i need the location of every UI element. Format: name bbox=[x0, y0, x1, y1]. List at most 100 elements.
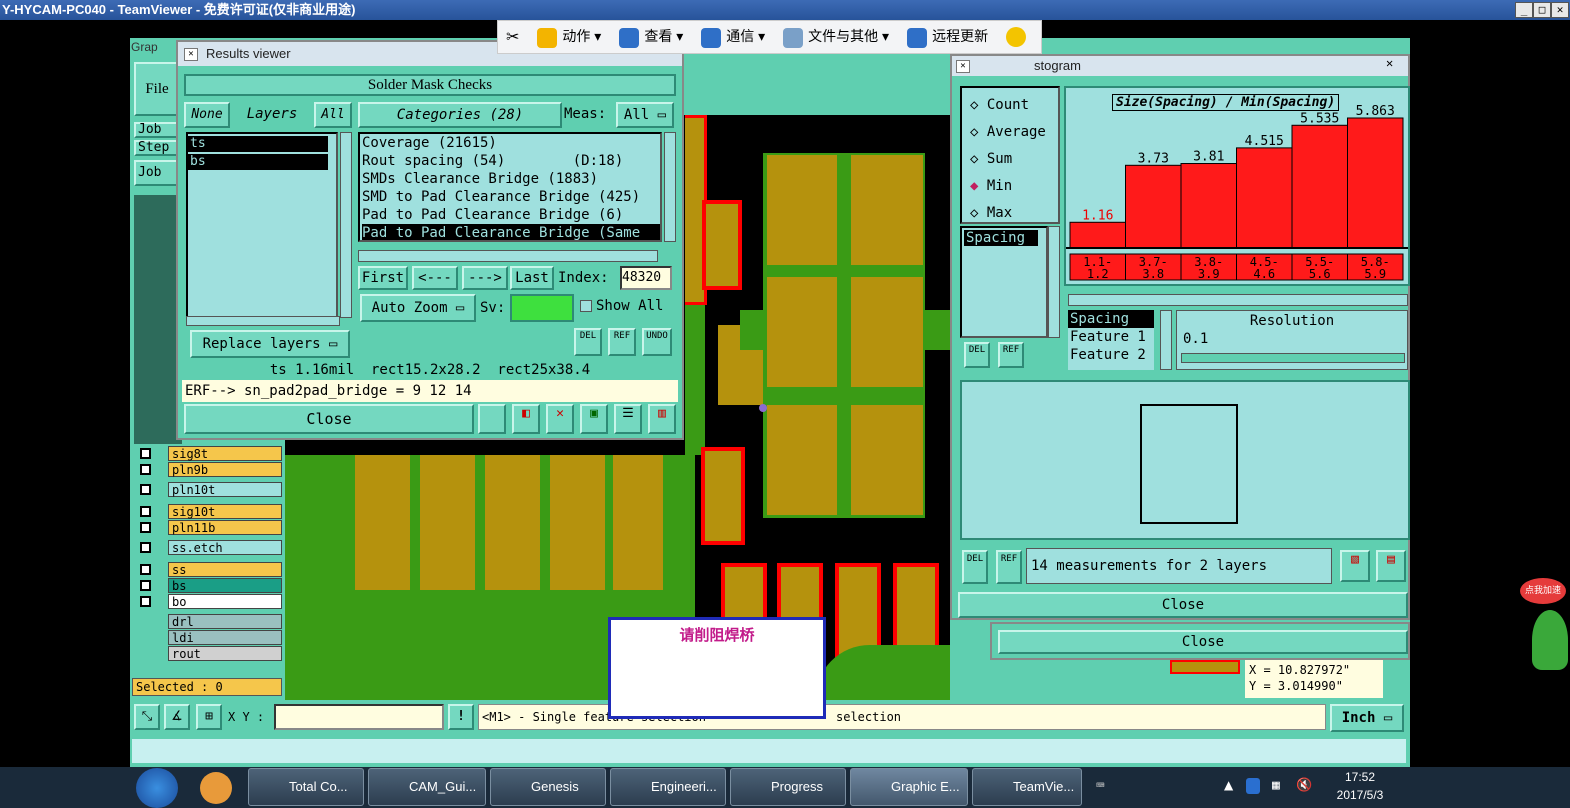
step-button[interactable]: Step bbox=[134, 140, 180, 156]
units-select[interactable]: Inch ▭ bbox=[1330, 704, 1404, 732]
toolbar-item[interactable]: 查看 ▾ bbox=[619, 26, 683, 48]
category-item[interactable]: SMD to Pad Clearance Bridge (425) bbox=[362, 188, 660, 206]
mode-count[interactable]: ◇ Count bbox=[970, 92, 1058, 119]
measure-list[interactable]: Spacing bbox=[960, 226, 1048, 338]
export-icon[interactable]: ▧ bbox=[1340, 550, 1370, 582]
layer-item[interactable]: pln10t bbox=[168, 482, 282, 497]
taskbar-item-total-commander[interactable]: Total Co... bbox=[248, 768, 364, 806]
last-button[interactable]: Last bbox=[510, 266, 554, 290]
tool-icon-2[interactable]: ◧ bbox=[512, 404, 540, 434]
grid-icon[interactable]: ⊞ bbox=[196, 704, 222, 730]
layer-list-item[interactable]: bs bbox=[188, 154, 328, 170]
maximize-button[interactable]: □ bbox=[1533, 2, 1551, 18]
mode-sum[interactable]: ◇ Sum bbox=[970, 146, 1058, 173]
start-button[interactable] bbox=[136, 768, 178, 808]
histogram-icon[interactable]: ▥ bbox=[648, 404, 676, 434]
erf-icon[interactable]: ✕ bbox=[546, 404, 574, 434]
layer-hscrollbar[interactable] bbox=[186, 316, 340, 326]
promo-badge[interactable]: 点我加速 bbox=[1520, 578, 1566, 604]
categories-scrollbar[interactable] bbox=[664, 132, 676, 242]
hist-ref-button[interactable]: REF bbox=[998, 342, 1024, 368]
measure-scrollbar[interactable] bbox=[1048, 226, 1060, 338]
toolbar-item[interactable]: 动作 ▾ bbox=[537, 26, 601, 48]
layer-item[interactable]: sig8t bbox=[168, 446, 282, 461]
tray-shield-icon[interactable] bbox=[1246, 778, 1260, 794]
feature-scrollbar[interactable] bbox=[1160, 310, 1172, 370]
hist-del-button-2[interactable]: DEL bbox=[962, 550, 988, 584]
prev-button[interactable]: <--- bbox=[412, 266, 458, 290]
layer-item[interactable]: ss bbox=[168, 562, 282, 577]
layer-item[interactable]: ss.etch bbox=[168, 540, 282, 555]
meas-select[interactable]: All ▭ bbox=[616, 102, 674, 128]
minimize-button[interactable]: _ bbox=[1515, 2, 1533, 18]
layer-item[interactable]: sig10t bbox=[168, 504, 282, 519]
close-button-2[interactable]: Close bbox=[998, 630, 1408, 654]
smiley-icon[interactable] bbox=[1006, 27, 1027, 47]
layer-item[interactable]: bs bbox=[168, 578, 282, 593]
tray-arrow-icon[interactable]: ▲ bbox=[1224, 778, 1233, 792]
promo-mascot[interactable] bbox=[1532, 610, 1568, 670]
graph-icon[interactable]: ▤ bbox=[1376, 550, 1406, 582]
categories-button[interactable]: Categories (28) bbox=[358, 102, 562, 128]
category-item[interactable]: Rout spacing (54) (D:18) bbox=[362, 152, 660, 170]
category-item[interactable]: Pad to Pad Clearance Bridge (Same bbox=[362, 224, 660, 240]
results-close-button[interactable]: Close bbox=[184, 404, 474, 434]
command-line[interactable] bbox=[130, 737, 1408, 765]
toolbar-item[interactable]: 通信 ▾ bbox=[701, 26, 765, 48]
replace-layers-button[interactable]: Replace layers ▭ bbox=[190, 330, 350, 358]
layer-listbox[interactable]: ts bs bbox=[186, 132, 338, 318]
hist-del-button[interactable]: DEL bbox=[964, 342, 990, 368]
histogram-close-button[interactable]: Close bbox=[958, 592, 1408, 618]
zoom-fit-icon[interactable]: ⤡ bbox=[134, 704, 160, 730]
none-button[interactable]: None bbox=[184, 102, 230, 128]
mode-average[interactable]: ◇ Average bbox=[970, 119, 1058, 146]
measure-icon[interactable]: ∡ bbox=[164, 704, 190, 730]
show-all-checkbox[interactable] bbox=[580, 300, 592, 312]
layer-scrollbar[interactable] bbox=[340, 132, 352, 318]
index-input[interactable]: 48320 bbox=[620, 266, 672, 290]
layer-item[interactable]: drl bbox=[168, 614, 282, 629]
job-button[interactable]: Job bbox=[134, 122, 180, 138]
categories-hscrollbar[interactable] bbox=[358, 250, 658, 262]
layer-item[interactable]: rout bbox=[168, 646, 282, 661]
categories-list[interactable]: Coverage (21615) Rout spacing (54) (D:18… bbox=[358, 132, 662, 242]
xy-input[interactable] bbox=[274, 704, 444, 730]
clock[interactable]: 17:52 2017/5/3 bbox=[1330, 770, 1390, 802]
taskbar-item-graphic-editor[interactable]: Graphic E... bbox=[850, 768, 968, 806]
ref-button[interactable]: REF bbox=[608, 328, 636, 356]
taskbar-item-engineering[interactable]: Engineeri... bbox=[610, 768, 726, 806]
close-session-icon[interactable]: ✂ bbox=[506, 27, 519, 47]
file-menu[interactable]: File bbox=[134, 62, 180, 116]
tool-icon-1[interactable] bbox=[478, 404, 506, 434]
first-button[interactable]: First bbox=[358, 266, 408, 290]
feature-list-item[interactable]: Feature 2 bbox=[1068, 346, 1154, 364]
undo-button[interactable]: UNDO bbox=[642, 328, 672, 356]
all-button[interactable]: All bbox=[314, 102, 352, 128]
auto-zoom-select[interactable]: Auto Zoom ▭ bbox=[360, 294, 476, 322]
layer-item[interactable]: pln9b bbox=[168, 462, 282, 477]
tool-icon-5[interactable]: ☰ bbox=[614, 404, 642, 434]
close-button[interactable]: ✕ bbox=[1551, 2, 1569, 18]
taskbar-item-genesis[interactable]: Genesis bbox=[490, 768, 606, 806]
histogram-close-x[interactable]: ✕ bbox=[1386, 56, 1404, 72]
volume-icon[interactable]: 🔇 bbox=[1296, 778, 1312, 793]
feature-list[interactable]: Spacing Feature 1 Feature 2 bbox=[1068, 310, 1154, 370]
resolution-slider[interactable] bbox=[1181, 353, 1405, 363]
mode-max[interactable]: ◇ Max bbox=[970, 200, 1058, 227]
category-item[interactable]: Coverage (21615) bbox=[362, 134, 660, 152]
layer-item[interactable]: ldi bbox=[168, 630, 282, 645]
network-icon[interactable]: ▦ bbox=[1272, 778, 1280, 793]
feature-list-item[interactable]: Spacing bbox=[1068, 310, 1154, 328]
del-button[interactable]: DEL bbox=[574, 328, 602, 356]
measure-list-item[interactable]: Spacing bbox=[964, 230, 1038, 246]
keyboard-icon[interactable]: ⌨ bbox=[1096, 778, 1104, 794]
toolbar-item[interactable]: 远程更新 bbox=[907, 26, 988, 48]
taskbar-item-progress[interactable]: Progress bbox=[730, 768, 846, 806]
taskbar-item-cam-gui[interactable]: CAM_Gui... bbox=[368, 768, 486, 806]
hist-ref-button-2[interactable]: REF bbox=[996, 550, 1022, 584]
sv-color-select[interactable] bbox=[510, 294, 574, 322]
job-button-2[interactable]: Job bbox=[134, 160, 180, 186]
chart-hscrollbar[interactable] bbox=[1068, 294, 1408, 306]
layer-list-item[interactable]: ts bbox=[188, 136, 328, 152]
alert-icon[interactable]: ! bbox=[448, 704, 474, 730]
